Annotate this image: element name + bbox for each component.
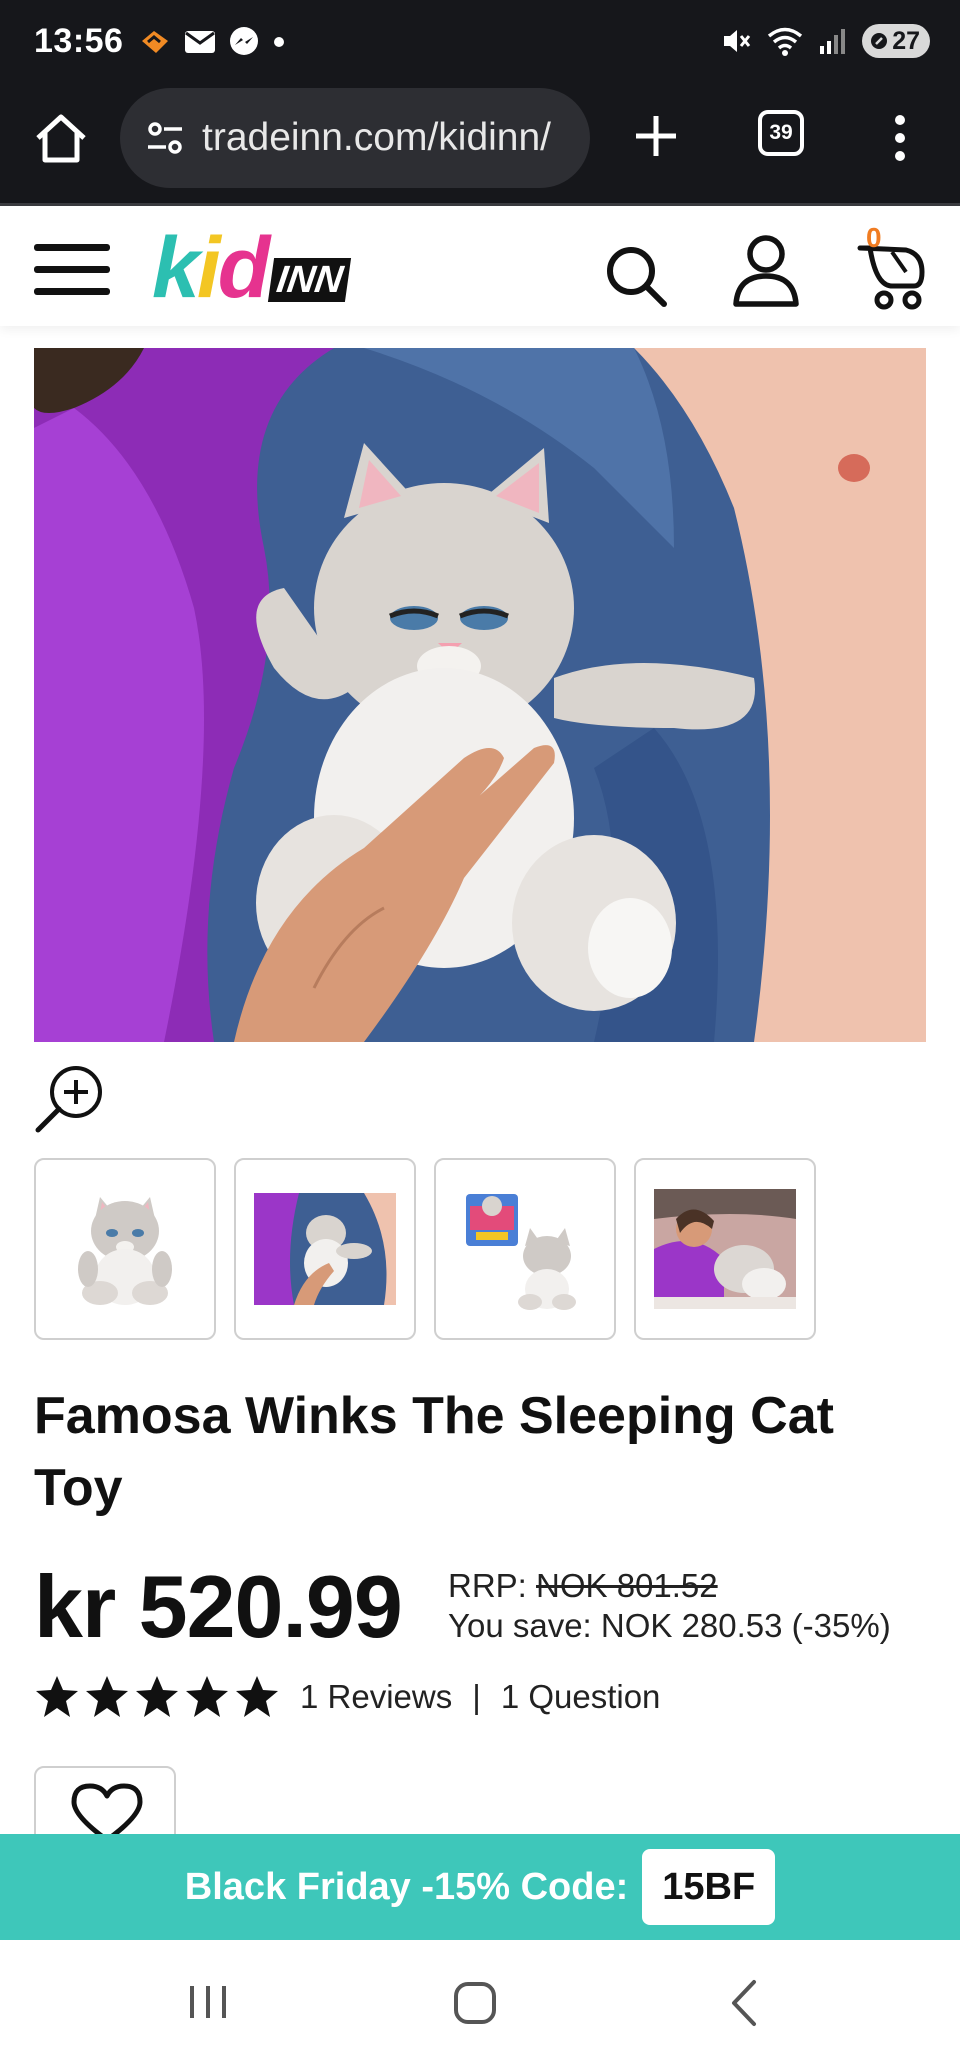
- promo-text: Black Friday -15% Code:: [184, 1865, 629, 1908]
- thumbnail-4[interactable]: [634, 1158, 816, 1340]
- star-icon: [36, 1676, 78, 1717]
- thumbnail-gallery: [34, 1158, 816, 1340]
- thumbnail-girl-image: [654, 1189, 796, 1309]
- kidinn-logo[interactable]: kid INN: [152, 220, 352, 316]
- battery-saver-icon: [871, 33, 888, 49]
- hamburger-menu-icon[interactable]: [34, 244, 110, 300]
- account-icon[interactable]: [730, 232, 802, 308]
- star-rating[interactable]: [34, 1674, 280, 1720]
- dot-icon: [274, 37, 284, 47]
- heart-notification-icon: [142, 31, 168, 53]
- you-save-text: You save: NOK 280.53 (-35%): [448, 1607, 891, 1644]
- browser-home-icon[interactable]: [30, 108, 92, 170]
- rrp-old-price: NOK 801.52: [536, 1567, 718, 1604]
- mail-icon: [185, 31, 215, 53]
- site-settings-icon[interactable]: [144, 117, 186, 159]
- browser-toolbar: tradeinn.com/kidinn/ 39: [0, 86, 960, 206]
- rating-row: 1 Reviews | 1 Question: [34, 1672, 660, 1722]
- product-photo: [34, 348, 926, 1042]
- thumbnail-2[interactable]: [234, 1158, 416, 1340]
- thumbnail-box-image: [466, 1194, 576, 1310]
- price-comparison: RRP: NOK 801.52 You save: NOK 280.53 (-3…: [448, 1566, 891, 1646]
- rating-separator: |: [472, 1678, 481, 1715]
- promo-code[interactable]: 15BF: [642, 1849, 776, 1925]
- thumbnail-3[interactable]: [434, 1158, 616, 1340]
- new-tab-icon[interactable]: [628, 108, 684, 164]
- home-icon[interactable]: [452, 1980, 498, 2026]
- notification-icons: [138, 26, 286, 58]
- reviews-link[interactable]: 1 Reviews: [300, 1678, 452, 1716]
- site-header: kid INN: [0, 206, 960, 326]
- address-bar[interactable]: tradeinn.com/kidinn/: [120, 88, 590, 188]
- wifi-icon: [768, 27, 803, 56]
- product-price: kr 520.99: [34, 1557, 403, 1656]
- tab-switcher-button[interactable]: 39: [758, 110, 804, 156]
- star-icon: [236, 1676, 278, 1717]
- status-time: 13:56: [34, 22, 124, 60]
- signal-icon: [820, 29, 846, 54]
- thumbnail-1[interactable]: [34, 1158, 216, 1340]
- browser-menu-icon[interactable]: [880, 108, 920, 168]
- system-icons: 27: [720, 24, 930, 58]
- status-bar: 13:56 27: [0, 0, 960, 86]
- questions-link[interactable]: 1 Question: [501, 1678, 661, 1716]
- mute-icon: [724, 30, 751, 52]
- zoom-in-icon[interactable]: [34, 1064, 104, 1134]
- battery-indicator: 27: [862, 24, 930, 58]
- rrp-label: RRP:: [448, 1567, 537, 1604]
- product-main-image[interactable]: [34, 348, 926, 1042]
- system-navigation-bar: [0, 1940, 960, 2059]
- cart-count-badge: 0: [866, 222, 882, 253]
- search-icon[interactable]: [604, 244, 668, 308]
- logo-kid: kid: [152, 220, 270, 316]
- messenger-icon: [230, 27, 258, 55]
- product-title: Famosa Winks The Sleeping Cat Toy: [34, 1387, 834, 1517]
- thumbnail-lap-image: [254, 1193, 396, 1305]
- logo-inn: INN: [268, 258, 352, 302]
- star-icon: [136, 1676, 178, 1717]
- star-icon: [86, 1676, 128, 1717]
- back-icon[interactable]: [726, 1978, 762, 2028]
- recent-apps-icon[interactable]: [186, 1982, 230, 2022]
- url-text: tradeinn.com/kidinn/: [202, 116, 552, 159]
- thumbnail-cat-image: [78, 1197, 172, 1305]
- promo-banner[interactable]: Black Friday -15% Code: 15BF: [0, 1834, 960, 1940]
- battery-level: 27: [892, 26, 920, 55]
- star-icon: [186, 1676, 228, 1717]
